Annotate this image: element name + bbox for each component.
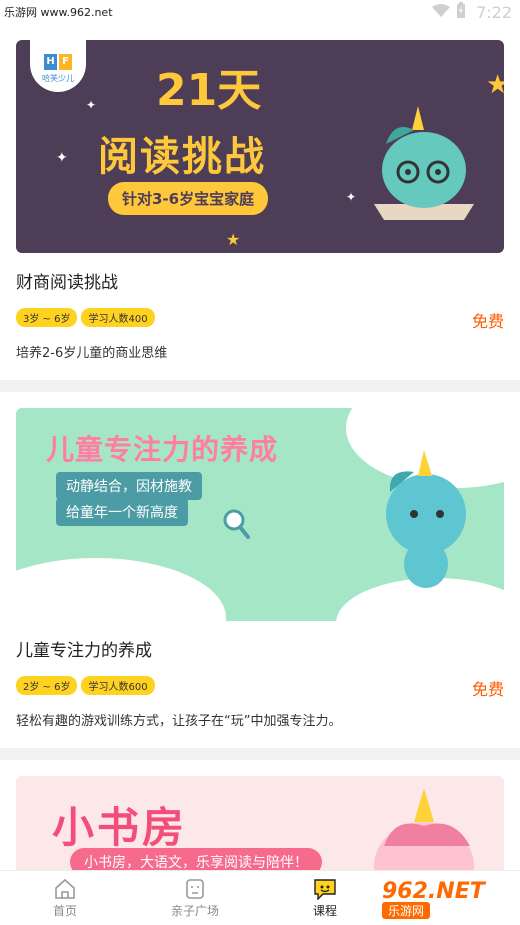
course-meta: 3岁 ~ 6岁 学习人数400 免费 [16, 304, 504, 340]
bottom-nav: 首页 亲子广场 课程 962.NET 乐游网 [0, 870, 520, 925]
unicorn-illustration [370, 444, 480, 598]
age-tag: 2岁 ~ 6岁 [16, 676, 78, 695]
banner-headline: 小书房 [52, 803, 188, 852]
nav-label: 亲子广场 [170, 903, 219, 918]
status-icons: 7:22 [432, 2, 512, 22]
nav-item-course[interactable]: 课程 [260, 871, 390, 925]
course-banner[interactable]: 儿童专注力的养成 动静结合，因材施教 给童年一个新高度 [16, 408, 504, 621]
banner-pill: 针对3-6岁宝宝家庭 [108, 182, 269, 215]
nav-label: 课程 [312, 903, 337, 918]
battery-icon [456, 2, 466, 22]
age-tag: 3岁 ~ 6岁 [16, 308, 78, 327]
course-card[interactable]: 儿童专注力的养成 动静结合，因材施教 给童年一个新高度 儿童专注力的养成 2岁 … [0, 392, 520, 748]
banner-days: 21天 [156, 65, 262, 116]
course-title[interactable]: 财商阅读挑战 [16, 268, 504, 293]
banner-headline: 阅读挑战 [98, 134, 266, 180]
price-label: 免费 [471, 680, 504, 699]
course-feed[interactable]: H F 哈芙少儿 ★ ✦ ✦ ★ ✦ 21天 阅读挑战 针对3-6岁宝宝家庭 财… [0, 24, 520, 870]
course-description: 培养2-6岁儿童的商业思维 [16, 346, 168, 361]
course-title[interactable]: 儿童专注力的养成 [16, 636, 504, 661]
divider [0, 748, 520, 760]
course-card[interactable]: H F 哈芙少儿 ★ ✦ ✦ ★ ✦ 21天 阅读挑战 针对3-6岁宝宝家庭 财… [0, 24, 520, 380]
watermark-big: 962.NET [382, 879, 485, 904]
star-icon: ✦ [56, 150, 68, 166]
learners-tag: 学习人数400 [81, 308, 155, 327]
star-icon: ✦ [86, 98, 97, 112]
wifi-icon [432, 3, 451, 22]
price-label: 免费 [471, 312, 504, 331]
unicorn-illustration [354, 786, 484, 870]
course-card[interactable]: 小书房 小书房，大语文，乐享阅读与陪伴！ [0, 760, 520, 870]
watermark-logo: 962.NET 乐游网 [382, 879, 512, 919]
banner-headline: 儿童专注力的养成 [46, 433, 279, 466]
watermark-small: 乐游网 [382, 902, 431, 919]
star-icon: ★ [226, 230, 241, 249]
course-banner[interactable]: H F 哈芙少儿 ★ ✦ ✦ ★ ✦ 21天 阅读挑战 针对3-6岁宝宝家庭 [16, 40, 504, 253]
cloud-shape [16, 558, 226, 621]
home-icon [53, 878, 77, 900]
banner-pill: 给童年一个新高度 [56, 498, 188, 526]
nav-item-home[interactable]: 首页 [0, 871, 130, 925]
divider [0, 380, 520, 392]
course-icon [313, 878, 337, 900]
learners-tag: 学习人数600 [81, 676, 155, 695]
course-banner[interactable]: 小书房 小书房，大语文，乐享阅读与陪伴！ [16, 776, 504, 870]
magnifier-icon [222, 508, 250, 544]
banner-pill: 小书房，大语文，乐享阅读与陪伴！ [70, 848, 322, 870]
nav-label: 首页 [52, 903, 77, 918]
square-icon [184, 878, 206, 900]
course-meta: 2岁 ~ 6岁 学习人数600 免费 [16, 672, 504, 708]
status-bar: 乐游网 www.962.net 7:22 [0, 0, 520, 24]
watermark-text: 乐游网 www.962.net [4, 6, 113, 19]
star-icon: ✦ [346, 190, 357, 204]
banner-pill: 动静结合，因材施教 [56, 472, 202, 500]
star-icon: ★ [486, 70, 504, 100]
unicorn-illustration [364, 100, 484, 220]
nav-item-square[interactable]: 亲子广场 [130, 871, 260, 925]
course-description: 轻松有趣的游戏训练方式，让孩子在“玩”中加强专注力。 [16, 714, 342, 729]
brand-logo: H F 哈芙少儿 [30, 40, 86, 92]
status-time: 7:22 [476, 2, 512, 22]
